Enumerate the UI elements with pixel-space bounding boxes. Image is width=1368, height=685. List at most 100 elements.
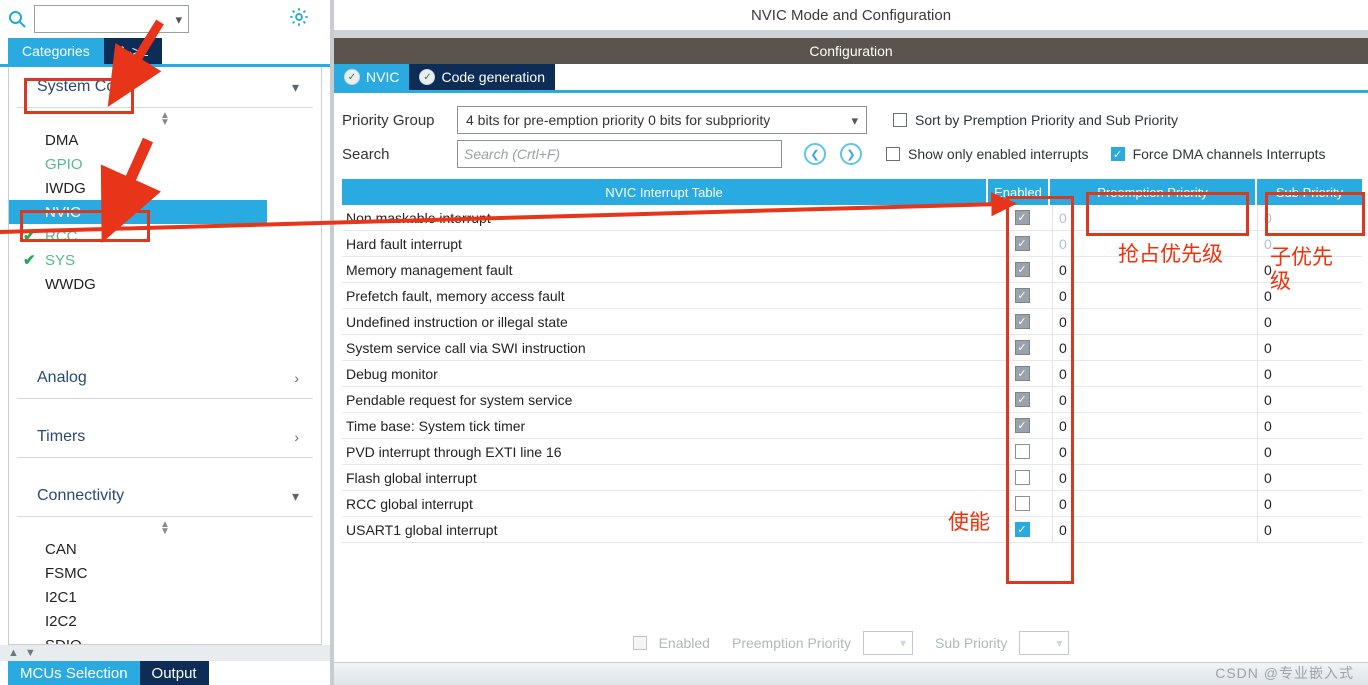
tab-code-generation[interactable]: ✓ Code generation (409, 64, 555, 90)
column-header-sub-priority[interactable]: Sub Priority (1255, 179, 1362, 205)
show-only-enabled-checkbox[interactable] (886, 147, 900, 161)
chevron-left-circle-icon[interactable]: ❮ (804, 143, 826, 165)
sidebar-item-iwdg[interactable]: IWDG (9, 176, 321, 200)
enabled-checkbox[interactable]: ✓ (1014, 210, 1030, 225)
cell-enabled[interactable]: ✓ (992, 340, 1052, 355)
table-row[interactable]: Undefined instruction or illegal state ✓ 0… (342, 309, 1362, 335)
cell-sub-priority[interactable]: 0 (1257, 413, 1362, 438)
left-scrollbar-thumb[interactable] (321, 123, 322, 433)
search-combobox[interactable]: ▾ (34, 5, 189, 33)
editor-sub-select[interactable]: ▾ (1019, 631, 1070, 655)
group-header-connectivity[interactable]: Connectivity ▾ (17, 476, 313, 517)
cell-sub-priority[interactable]: 0 (1257, 283, 1362, 308)
cell-preemption-priority[interactable]: 0 (1052, 205, 1257, 230)
cell-preemption-priority[interactable]: 0 (1052, 517, 1257, 542)
tree-scroll-arrows[interactable]: ▲ ▼ (0, 645, 330, 661)
enabled-checkbox[interactable]: ✓ (1014, 418, 1030, 433)
chevron-right-circle-icon[interactable]: ❯ (840, 143, 862, 165)
cell-enabled[interactable]: ✓ (992, 210, 1052, 225)
enabled-checkbox[interactable]: ✓ (1014, 392, 1030, 407)
sidebar-item-sys[interactable]: ✔ SYS (9, 248, 321, 272)
sidebar-item-nvic[interactable]: NVIC (9, 200, 267, 224)
cell-sub-priority[interactable]: 0 (1257, 517, 1362, 542)
sidebar-item-rcc[interactable]: ✔ RCC (9, 224, 321, 248)
table-row[interactable]: Flash global interrupt 0 0 (342, 465, 1362, 491)
table-row[interactable]: Memory management fault ✓ 0 0 (342, 257, 1362, 283)
table-row[interactable]: Time base: System tick timer ✓ 0 0 (342, 413, 1362, 439)
search-input[interactable]: Search (Crtl+F) (457, 140, 782, 168)
table-row[interactable]: RCC global interrupt 0 0 (342, 491, 1362, 517)
cell-preemption-priority[interactable]: 0 (1052, 439, 1257, 464)
cell-preemption-priority[interactable]: 0 (1052, 335, 1257, 360)
enabled-checkbox[interactable] (1014, 444, 1030, 459)
cell-sub-priority[interactable]: 0 (1257, 491, 1362, 516)
editor-preemption-select[interactable]: ▾ (863, 631, 914, 655)
enabled-checkbox[interactable] (1014, 470, 1030, 485)
cell-sub-priority[interactable]: 0 (1257, 465, 1362, 490)
cell-preemption-priority[interactable]: 0 (1052, 465, 1257, 490)
scroll-down-icon[interactable]: ▼ (25, 647, 36, 659)
cell-enabled[interactable] (992, 470, 1052, 485)
cell-preemption-priority[interactable]: 0 (1052, 491, 1257, 516)
cell-preemption-priority[interactable]: 0 (1052, 231, 1257, 256)
force-dma-row[interactable]: ✓ Force DMA channels Interrupts (1110, 146, 1326, 162)
sidebar-item-i2c1[interactable]: I2C1 (9, 585, 321, 609)
table-row[interactable]: PVD interrupt through EXTI line 16 0 0 (342, 439, 1362, 465)
cell-sub-priority[interactable]: 0 (1257, 257, 1362, 282)
table-row[interactable]: Pendable request for system service ✓ 0 0 (342, 387, 1362, 413)
cell-sub-priority[interactable]: 0 (1257, 231, 1362, 256)
enabled-checkbox[interactable] (1014, 496, 1030, 511)
sidebar-item-fsmc[interactable]: FSMC (9, 561, 321, 585)
scroll-spinner-connectivity[interactable]: ▲ ▼ (9, 517, 321, 537)
column-header-enabled[interactable]: Enabled (986, 179, 1048, 205)
priority-group-select[interactable]: 4 bits for pre-emption priority 0 bits f… (457, 106, 867, 134)
table-row[interactable]: Debug monitor ✓ 0 0 (342, 361, 1362, 387)
sidebar-item-i2c2[interactable]: I2C2 (9, 609, 321, 633)
scroll-up-icon[interactable]: ▲ (8, 647, 19, 659)
cell-enabled[interactable]: ✓ (992, 522, 1052, 537)
sidebar-item-dma[interactable]: DMA (9, 128, 321, 152)
sidebar-item-sdio[interactable]: SDIO (9, 633, 321, 645)
tab-nvic[interactable]: ✓ NVIC (334, 64, 410, 90)
cell-enabled[interactable]: ✓ (992, 366, 1052, 381)
sort-by-checkbox[interactable] (893, 113, 907, 127)
gear-icon[interactable] (286, 4, 312, 30)
group-header-timers[interactable]: Timers › (17, 417, 313, 458)
enabled-checkbox[interactable]: ✓ (1014, 522, 1030, 537)
cell-enabled[interactable]: ✓ (992, 314, 1052, 329)
force-dma-checkbox[interactable]: ✓ (1110, 147, 1125, 161)
cell-enabled[interactable] (992, 496, 1052, 511)
enabled-checkbox[interactable]: ✓ (1014, 366, 1030, 381)
enabled-checkbox[interactable]: ✓ (1014, 288, 1030, 303)
show-only-enabled-row[interactable]: Show only enabled interrupts (886, 146, 1089, 162)
cell-preemption-priority[interactable]: 0 (1052, 413, 1257, 438)
scroll-spinner-system-core[interactable]: ▲ ▼ (9, 108, 321, 128)
cell-enabled[interactable]: ✓ (992, 288, 1052, 303)
sidebar-item-can[interactable]: CAN (9, 537, 321, 561)
column-header-preemption-priority[interactable]: Preemption Priority (1048, 179, 1255, 205)
cell-sub-priority[interactable]: 0 (1257, 387, 1362, 412)
group-header-analog[interactable]: Analog › (17, 358, 313, 399)
cell-preemption-priority[interactable]: 0 (1052, 283, 1257, 308)
sidebar-item-wwdg[interactable]: WWDG (9, 272, 321, 296)
cell-sub-priority[interactable]: 0 (1257, 361, 1362, 386)
cell-enabled[interactable]: ✓ (992, 262, 1052, 277)
search-icon[interactable] (0, 9, 34, 29)
cell-enabled[interactable]: ✓ (992, 418, 1052, 433)
table-row[interactable]: System service call via SWI instruction ✓… (342, 335, 1362, 361)
left-scrollbar[interactable] (321, 123, 322, 471)
cell-sub-priority[interactable]: 0 (1257, 335, 1362, 360)
table-row[interactable]: USART1 global interrupt ✓ 0 0 (342, 517, 1362, 543)
enabled-checkbox[interactable]: ✓ (1014, 314, 1030, 329)
group-header-system-core[interactable]: System Core ▾ (17, 67, 313, 108)
tab-output[interactable]: Output (139, 661, 209, 685)
column-header-name[interactable]: NVIC Interrupt Table (342, 179, 986, 205)
cell-preemption-priority[interactable]: 0 (1052, 387, 1257, 412)
tab-categories[interactable]: Categories (8, 38, 104, 64)
cell-preemption-priority[interactable]: 0 (1052, 361, 1257, 386)
sort-by-checkbox-row[interactable]: Sort by Premption Priority and Sub Prior… (893, 112, 1178, 128)
cell-preemption-priority[interactable]: 0 (1052, 309, 1257, 334)
enabled-checkbox[interactable]: ✓ (1014, 340, 1030, 355)
cell-preemption-priority[interactable]: 0 (1052, 257, 1257, 282)
enabled-checkbox[interactable]: ✓ (1014, 262, 1030, 277)
